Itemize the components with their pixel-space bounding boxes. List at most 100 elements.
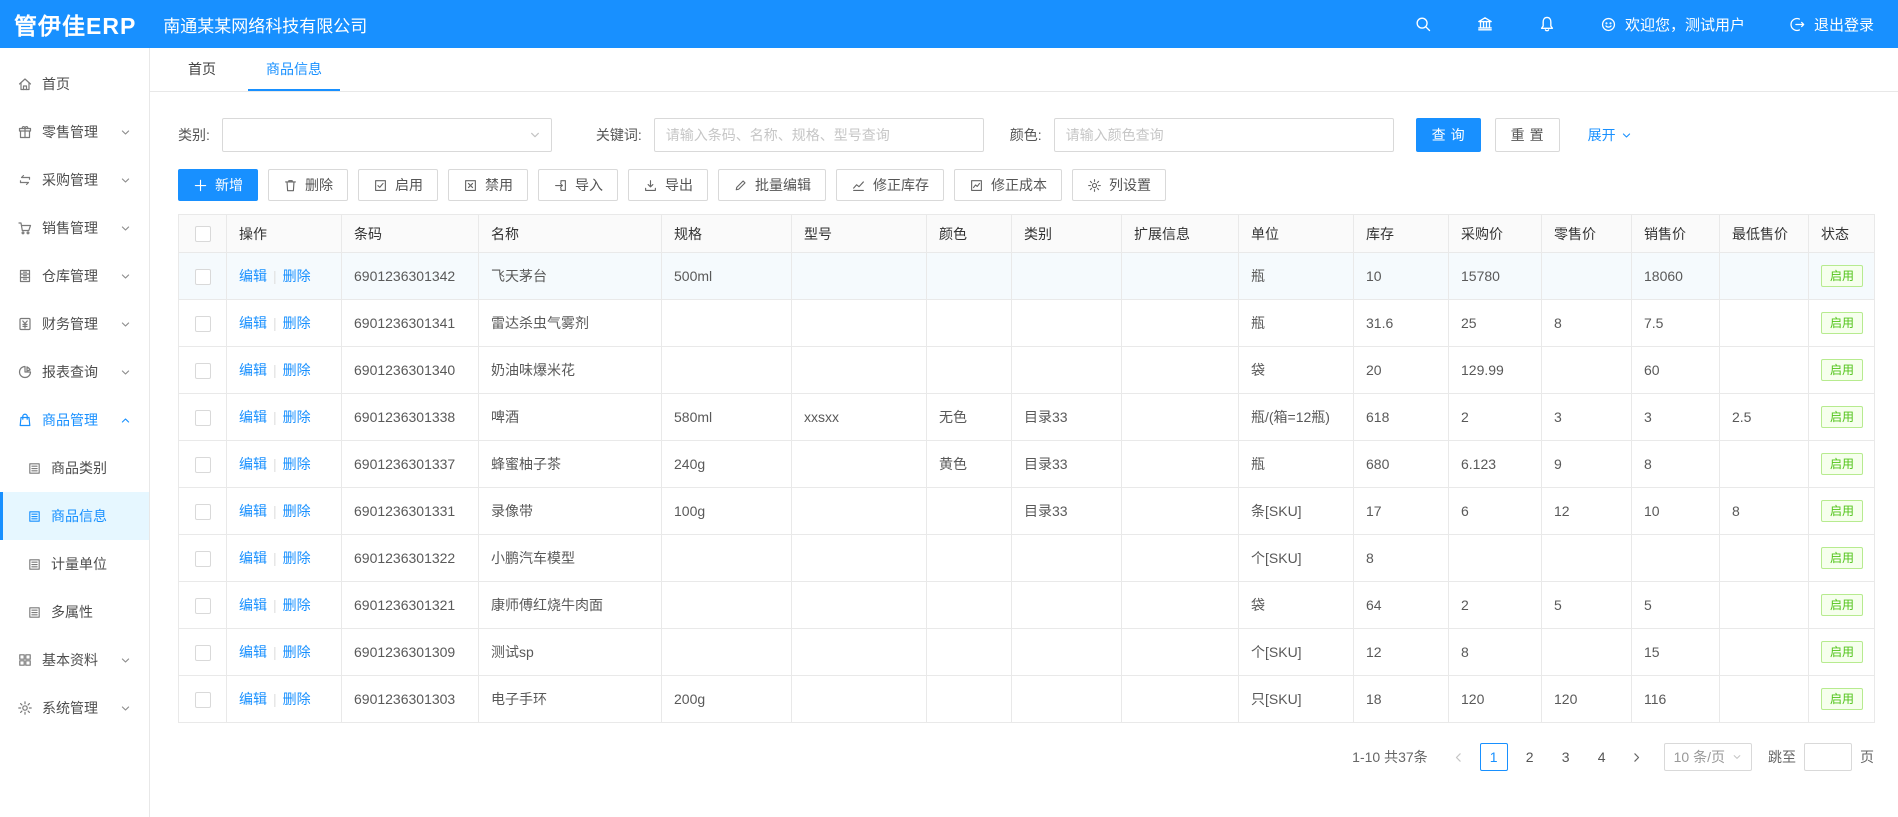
row-checkbox[interactable] bbox=[195, 410, 211, 426]
edit-link[interactable]: 编辑 bbox=[239, 315, 267, 331]
row-checkbox[interactable] bbox=[195, 551, 211, 567]
fix-stock-button[interactable]: 修正库存 bbox=[836, 169, 944, 201]
tab-home[interactable]: 首页 bbox=[170, 48, 234, 91]
sidebar-item-sales[interactable]: 销售管理 bbox=[0, 204, 149, 252]
row-checkbox[interactable] bbox=[195, 598, 211, 614]
table-cell: 8 bbox=[1354, 535, 1449, 582]
category-select[interactable] bbox=[222, 118, 552, 152]
ops-cell: 编辑|删除 bbox=[227, 535, 342, 582]
table-cell bbox=[1122, 582, 1239, 629]
edit-link[interactable]: 编辑 bbox=[239, 409, 267, 425]
delete-link[interactable]: 删除 bbox=[283, 409, 311, 425]
edit-link[interactable]: 编辑 bbox=[239, 362, 267, 378]
sidebar-item-system[interactable]: 系统管理 bbox=[0, 684, 149, 732]
delete-link[interactable]: 删除 bbox=[283, 315, 311, 331]
home-icon bbox=[17, 76, 33, 92]
ops-cell: 编辑|删除 bbox=[227, 629, 342, 676]
bell-icon[interactable] bbox=[1538, 15, 1556, 33]
table-cell: 6901236301331 bbox=[342, 488, 479, 535]
reset-button[interactable]: 重置 bbox=[1495, 118, 1560, 152]
table-cell: 电子手环 bbox=[479, 676, 662, 723]
sidebar-item-goods-info[interactable]: 商品信息 bbox=[0, 492, 149, 540]
edit-link[interactable]: 编辑 bbox=[239, 597, 267, 613]
edit-link[interactable]: 编辑 bbox=[239, 550, 267, 566]
status-cell: 启用 bbox=[1809, 535, 1875, 582]
edit-link[interactable]: 编辑 bbox=[239, 691, 267, 707]
table-cell bbox=[1122, 347, 1239, 394]
sidebar-item-finance[interactable]: 财务管理 bbox=[0, 300, 149, 348]
edit-link[interactable]: 编辑 bbox=[239, 644, 267, 660]
bank-icon[interactable] bbox=[1476, 15, 1494, 33]
keyword-input[interactable] bbox=[654, 118, 984, 152]
delete-link[interactable]: 删除 bbox=[283, 550, 311, 566]
ops-cell: 编辑|删除 bbox=[227, 300, 342, 347]
button-label: 批量编辑 bbox=[755, 175, 811, 195]
sidebar-item-measure-unit[interactable]: 计量单位 bbox=[0, 540, 149, 588]
delete-link[interactable]: 删除 bbox=[283, 456, 311, 472]
header-cell: 条码 bbox=[342, 215, 479, 253]
sidebar-item-purchase[interactable]: 采购管理 bbox=[0, 156, 149, 204]
color-input[interactable] bbox=[1054, 118, 1394, 152]
sidebar-item-multi-attr[interactable]: 多属性 bbox=[0, 588, 149, 636]
tab-product-info[interactable]: 商品信息 bbox=[248, 48, 340, 91]
select-all-checkbox[interactable] bbox=[195, 226, 211, 242]
column-settings-button[interactable]: 列设置 bbox=[1072, 169, 1166, 201]
sidebar-item-basic-data[interactable]: 基本资料 bbox=[0, 636, 149, 684]
disable-button[interactable]: 禁用 bbox=[448, 169, 528, 201]
delete-link[interactable]: 删除 bbox=[283, 597, 311, 613]
edit-link[interactable]: 编辑 bbox=[239, 456, 267, 472]
table-cell: 18060 bbox=[1632, 253, 1720, 300]
page-suffix: 页 bbox=[1860, 747, 1874, 767]
doc-icon bbox=[27, 557, 42, 572]
batch-edit-button[interactable]: 批量编辑 bbox=[718, 169, 826, 201]
add-button[interactable]: 新增 bbox=[178, 169, 258, 201]
jump-page-input[interactable] bbox=[1804, 743, 1852, 771]
page-button-1[interactable]: 1 bbox=[1480, 743, 1508, 771]
export-button[interactable]: 导出 bbox=[628, 169, 708, 201]
table-cell: 6901236301322 bbox=[342, 535, 479, 582]
table-cell bbox=[792, 300, 927, 347]
sidebar-item-goods-category[interactable]: 商品类别 bbox=[0, 444, 149, 492]
welcome-user[interactable]: 欢迎您，测试用户 bbox=[1600, 14, 1745, 35]
logout-button[interactable]: 退出登录 bbox=[1789, 14, 1874, 35]
row-checkbox[interactable] bbox=[195, 457, 211, 473]
sidebar-item-report[interactable]: 报表查询 bbox=[0, 348, 149, 396]
next-page-button[interactable] bbox=[1624, 743, 1650, 771]
sidebar-item-warehouse[interactable]: 仓库管理 bbox=[0, 252, 149, 300]
table-cell: xxsxx bbox=[792, 394, 927, 441]
search-icon[interactable] bbox=[1414, 15, 1432, 33]
page-button-3[interactable]: 3 bbox=[1552, 743, 1580, 771]
table-cell: 录像带 bbox=[479, 488, 662, 535]
row-checkbox[interactable] bbox=[195, 363, 211, 379]
page-button-4[interactable]: 4 bbox=[1588, 743, 1616, 771]
delete-link[interactable]: 删除 bbox=[283, 268, 311, 284]
edit-link[interactable]: 编辑 bbox=[239, 268, 267, 284]
table-cell bbox=[1720, 676, 1809, 723]
row-checkbox[interactable] bbox=[195, 692, 211, 708]
row-checkbox[interactable] bbox=[195, 269, 211, 285]
search-button[interactable]: 查询 bbox=[1416, 118, 1481, 152]
sidebar-item-goods[interactable]: 商品管理 bbox=[0, 396, 149, 444]
delete-link[interactable]: 删除 bbox=[283, 362, 311, 378]
edit-link[interactable]: 编辑 bbox=[239, 503, 267, 519]
delete-link[interactable]: 删除 bbox=[283, 644, 311, 660]
import-button[interactable]: 导入 bbox=[538, 169, 618, 201]
table-cell bbox=[927, 535, 1012, 582]
expand-toggle[interactable]: 展开 bbox=[1588, 125, 1632, 145]
delete-link[interactable]: 删除 bbox=[283, 691, 311, 707]
chevron-down-icon bbox=[1732, 752, 1742, 762]
ops-separator: | bbox=[273, 503, 277, 519]
row-checkbox[interactable] bbox=[195, 504, 211, 520]
sidebar-item-retail[interactable]: 零售管理 bbox=[0, 108, 149, 156]
prev-page-button[interactable] bbox=[1446, 743, 1472, 771]
enable-button[interactable]: 启用 bbox=[358, 169, 438, 201]
row-checkbox[interactable] bbox=[195, 316, 211, 332]
delete-link[interactable]: 删除 bbox=[283, 503, 311, 519]
pagination: 1-10 共37条123410 条/页跳至页 bbox=[178, 743, 1874, 771]
row-checkbox[interactable] bbox=[195, 645, 211, 661]
page-button-2[interactable]: 2 bbox=[1516, 743, 1544, 771]
page-size-select[interactable]: 10 条/页 bbox=[1664, 743, 1752, 771]
fix-cost-button[interactable]: 修正成本 bbox=[954, 169, 1062, 201]
delete-button[interactable]: 删除 bbox=[268, 169, 348, 201]
sidebar-item-home[interactable]: 首页 bbox=[0, 60, 149, 108]
